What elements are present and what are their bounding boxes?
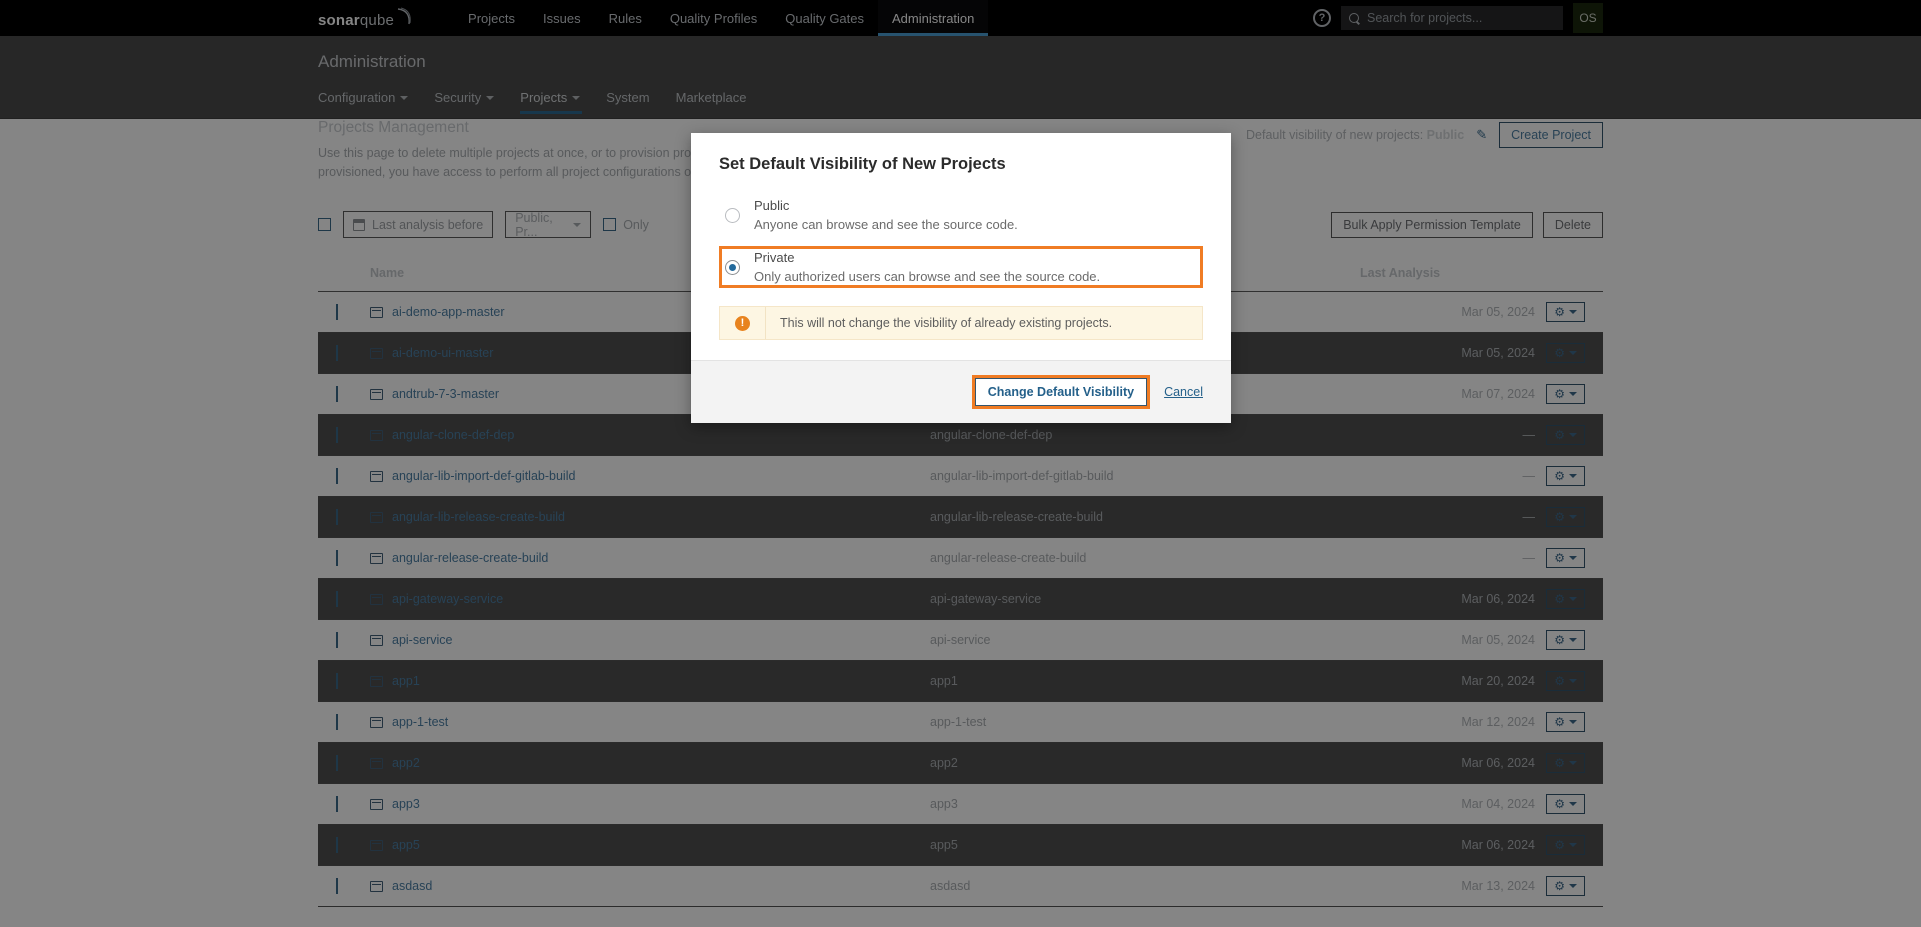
dialog-footer: Change Default Visibility Cancel	[691, 360, 1231, 423]
option-texts: Private Only authorized users can browse…	[754, 250, 1100, 284]
confirm-button-highlight: Change Default Visibility	[972, 375, 1150, 409]
radio-public[interactable]	[725, 208, 740, 223]
option-description-public: Anyone can browse and see the source cod…	[754, 217, 1018, 232]
option-description-private: Only authorized users can browse and see…	[754, 269, 1100, 284]
dialog-body: Set Default Visibility of New Projects P…	[691, 133, 1231, 360]
visibility-radio-group: Public Anyone can browse and see the sou…	[719, 194, 1203, 288]
radio-private[interactable]	[725, 260, 740, 275]
option-label-private: Private	[754, 250, 1100, 265]
dialog-title: Set Default Visibility of New Projects	[719, 155, 1203, 174]
alert-message: This will not change the visibility of a…	[766, 307, 1126, 339]
warning-icon: !	[735, 316, 750, 331]
alert-icon-wrap: !	[720, 307, 766, 339]
visibility-option-private[interactable]: Private Only authorized users can browse…	[719, 246, 1203, 288]
option-texts: Public Anyone can browse and see the sou…	[754, 198, 1018, 232]
cancel-link[interactable]: Cancel	[1164, 385, 1203, 399]
set-default-visibility-dialog: Set Default Visibility of New Projects P…	[691, 133, 1231, 423]
visibility-option-public[interactable]: Public Anyone can browse and see the sou…	[719, 194, 1203, 236]
change-default-visibility-button[interactable]: Change Default Visibility	[975, 378, 1147, 406]
option-label-public: Public	[754, 198, 1018, 213]
visibility-warning-alert: ! This will not change the visibility of…	[719, 306, 1203, 340]
